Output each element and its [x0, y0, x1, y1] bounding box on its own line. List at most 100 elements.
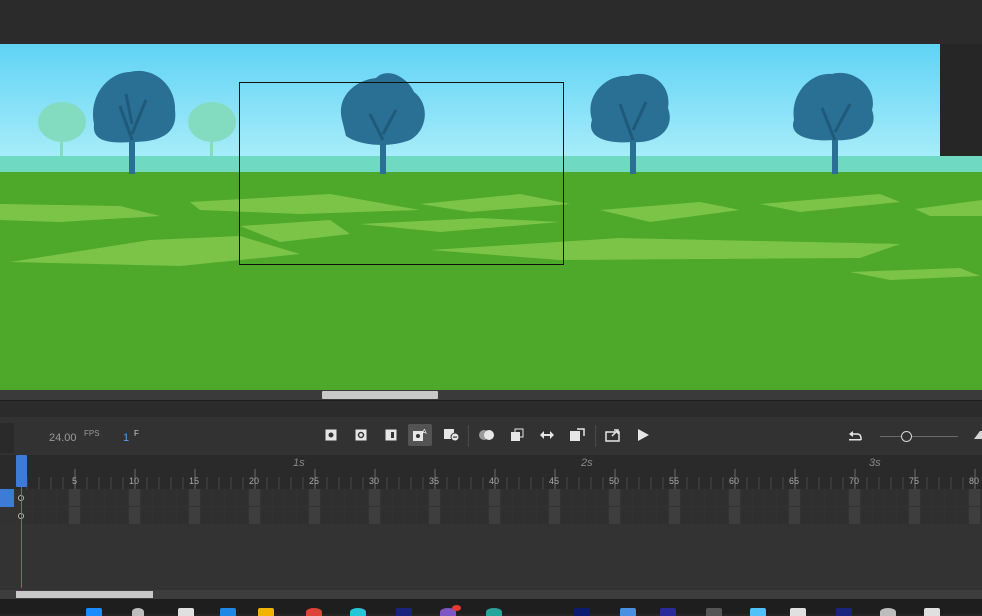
current-frame-value[interactable]: 1: [123, 432, 129, 444]
create-tween-button[interactable]: [565, 424, 589, 446]
frame-cell: [273, 507, 284, 524]
frame-cell: [813, 489, 824, 506]
app-icon-7[interactable]: [660, 608, 676, 616]
frame-cell: [669, 489, 680, 506]
frame-cell: [753, 507, 764, 524]
app-icon-10[interactable]: [790, 608, 806, 616]
search-icon[interactable]: [132, 608, 144, 616]
timeline-scrollbar-thumb[interactable]: [16, 591, 153, 598]
stage-scrollbar-thumb[interactable]: [322, 391, 438, 399]
frame-cell: [369, 507, 380, 524]
app-icon-1[interactable]: [350, 608, 366, 616]
file-explorer-icon[interactable]: [258, 608, 274, 616]
insert-blank-keyframe-button[interactable]: [349, 424, 373, 446]
loop-button[interactable]: [535, 424, 559, 446]
selected-layer-marker[interactable]: [0, 489, 14, 507]
app-icon-12[interactable]: [880, 608, 896, 616]
frame-cell: [945, 489, 956, 506]
frame-cell: [429, 489, 440, 506]
app-icon-5[interactable]: [574, 608, 590, 616]
undo-button[interactable]: [843, 424, 867, 446]
frame-cell: [261, 489, 272, 506]
frame-cell: [801, 507, 812, 524]
playhead-line: [21, 487, 22, 588]
frame-cell: [729, 507, 740, 524]
fps-value[interactable]: 24.00: [49, 432, 77, 444]
export-icon: [605, 429, 620, 442]
layer-rows[interactable]: [0, 489, 982, 525]
frame-cell: [741, 489, 752, 506]
zoom-in-icon[interactable]: [974, 431, 982, 439]
frame-cell: [957, 507, 968, 524]
playhead-handle[interactable]: [16, 455, 27, 487]
notification-badge: [452, 605, 461, 611]
app-icon-6[interactable]: [620, 608, 636, 616]
edit-multiple-frames-button[interactable]: [505, 424, 529, 446]
app-icon-11[interactable]: [836, 608, 852, 616]
frame-cell: [213, 489, 224, 506]
task-view-icon[interactable]: [178, 608, 194, 616]
edge-icon[interactable]: [220, 608, 236, 616]
frame-cell: [177, 507, 188, 524]
frame-cell: [57, 507, 68, 524]
timeline-ruler[interactable]: 1s 2s 3s 5 10 15 20 25 30 35 40 45 50 55 60 65 70 75 80: [0, 455, 982, 489]
export-button[interactable]: [601, 424, 625, 446]
frame-cell: [765, 489, 776, 506]
frame-cell: [969, 489, 980, 506]
frame-cell: [261, 507, 272, 524]
frame-cell: [513, 507, 524, 524]
stage-canvas[interactable]: [0, 44, 982, 390]
frame-cell: [201, 507, 212, 524]
auto-keyframe-button[interactable]: A: [408, 424, 432, 446]
frame-cell: [645, 507, 656, 524]
app-icon-13[interactable]: [924, 608, 940, 616]
frame-cell: [345, 507, 356, 524]
frame-cell: [477, 507, 488, 524]
zoom-slider-thumb[interactable]: [901, 431, 912, 442]
panel-divider[interactable]: [0, 400, 982, 417]
frame-cell: [57, 489, 68, 506]
frame-cell: [933, 489, 944, 506]
start-icon[interactable]: [86, 608, 102, 616]
timeline-scrollbar[interactable]: [0, 590, 982, 599]
insert-frame-button[interactable]: [379, 424, 403, 446]
frame-cell: [105, 489, 116, 506]
frame-unit: F: [134, 429, 139, 438]
frame-cell: [297, 489, 308, 506]
frame-number-label: 80: [969, 476, 980, 486]
app-icon-2[interactable]: [396, 608, 412, 616]
frame-cell: [93, 507, 104, 524]
frame-cell: [849, 507, 860, 524]
onion-skin-button[interactable]: [475, 424, 499, 446]
frame-cell: [573, 507, 584, 524]
frame-cell: [873, 489, 884, 506]
timeline-empty-area[interactable]: [0, 525, 982, 590]
app-icon-9[interactable]: [750, 608, 766, 616]
insert-keyframe-button[interactable]: [319, 424, 343, 446]
frame-cell: [405, 489, 416, 506]
chrome-icon[interactable]: [306, 608, 322, 616]
top-bar: [0, 0, 982, 44]
frame-number-label: 55: [669, 476, 680, 486]
frame-cell: [609, 489, 620, 506]
remove-frame-button[interactable]: [439, 424, 463, 446]
frame-cell: [405, 507, 416, 524]
frame-number-label: 5: [72, 476, 78, 486]
frame-grid[interactable]: [0, 489, 982, 525]
frame-cell: [441, 489, 452, 506]
frame-cell: [321, 507, 332, 524]
stage-scrollbar[interactable]: [0, 390, 982, 400]
frame-cell: [141, 489, 152, 506]
frame-cell: [81, 489, 92, 506]
frame-number-label: 70: [849, 476, 860, 486]
play-button[interactable]: [631, 424, 655, 446]
frame-cell: [465, 507, 476, 524]
frame-cell: [717, 489, 728, 506]
frame-cell: [189, 489, 200, 506]
frame-cell: [585, 507, 596, 524]
frame-cell: [573, 489, 584, 506]
app-icon-8[interactable]: [706, 608, 722, 616]
stage-area[interactable]: [0, 44, 982, 390]
zoom-slider-track[interactable]: [880, 436, 958, 437]
app-icon-4[interactable]: [486, 608, 502, 616]
